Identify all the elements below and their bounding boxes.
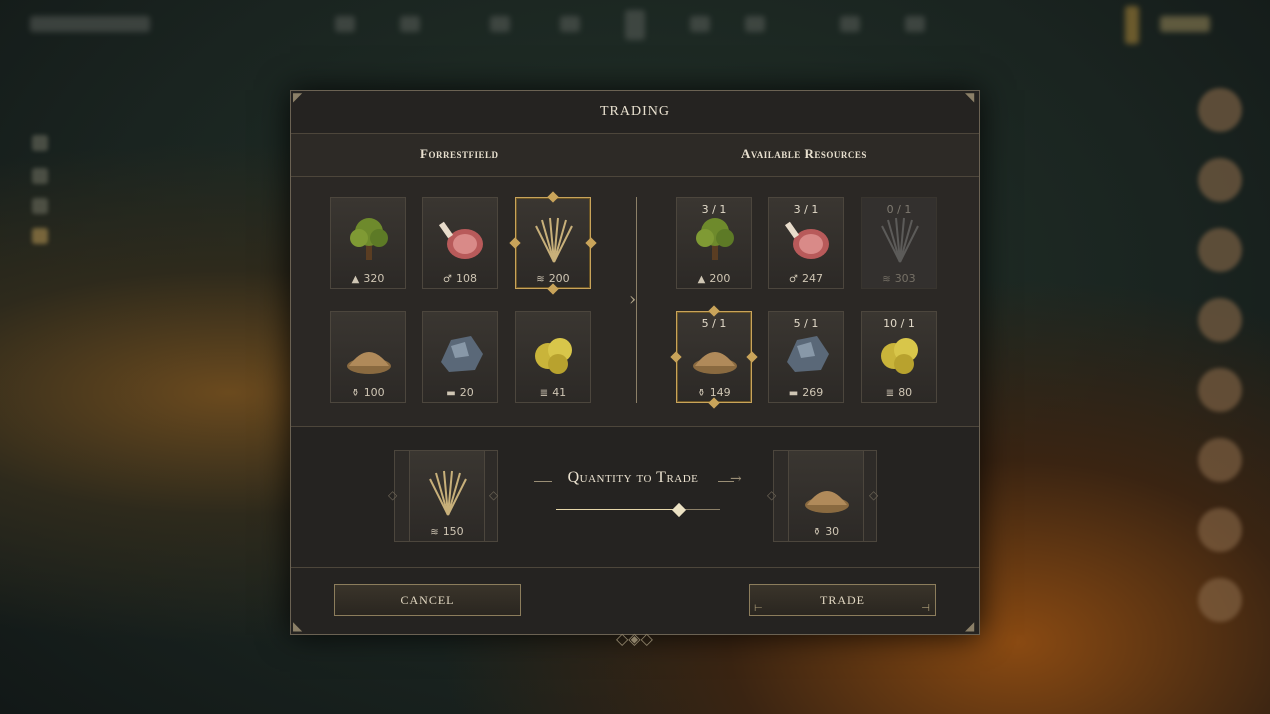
chevron-right-icon: › bbox=[629, 289, 637, 310]
resource-amount: 320 bbox=[363, 272, 385, 285]
wheat-small-icon: ≋ bbox=[536, 274, 545, 285]
flour-icon bbox=[347, 352, 391, 374]
right-resource-wood[interactable]: 3 / 1 ▲ 200 bbox=[676, 197, 752, 289]
ingot-small-icon: ≣ bbox=[885, 388, 895, 399]
trading-dialog: ◤ ◥ ◣ ◢ TRADING Forrestfield Available R… bbox=[290, 90, 980, 648]
ornament-icon: ◇ bbox=[388, 488, 398, 502]
iron-icon bbox=[441, 336, 483, 372]
footer-ornament: ◇◈◇ bbox=[616, 629, 653, 648]
resource-amount: 247 bbox=[801, 272, 823, 285]
trade-button-label: TRADE bbox=[820, 593, 865, 607]
settlement-name: Forrestfield bbox=[420, 146, 499, 161]
corner-ornament: ◣ bbox=[293, 619, 303, 633]
trade-button[interactable]: ⊢ TRADE ⊣ bbox=[749, 584, 936, 616]
gold-icon bbox=[535, 338, 572, 374]
cancel-button[interactable]: CANCEL bbox=[334, 584, 521, 616]
ornament-icon: ⊣ bbox=[921, 603, 931, 614]
meat-icon bbox=[438, 221, 483, 259]
left-resource-wheat[interactable]: ≋ 200 bbox=[515, 197, 591, 289]
quantity-to-trade-label: Quantity to Trade bbox=[567, 469, 699, 486]
resource-amount: 100 bbox=[363, 386, 385, 399]
corner-ornament: ◢ bbox=[965, 619, 975, 633]
wheat-icon bbox=[535, 217, 573, 263]
arrow-right-icon: → bbox=[730, 471, 742, 487]
jar-small-icon: ⚱ bbox=[697, 388, 706, 399]
available-resources-header: Available Resources bbox=[741, 146, 867, 161]
left-resource-meat[interactable]: ♂ 108 bbox=[422, 197, 498, 289]
resource-amount: 200 bbox=[709, 272, 731, 285]
left-resource-iron[interactable]: ▬ 20 bbox=[422, 311, 498, 403]
meat-small-icon: ♂ bbox=[443, 274, 452, 285]
wheat-small-icon: ≋ bbox=[430, 527, 439, 538]
right-resource-flour[interactable]: 5 / 1 ⚱ 149 bbox=[676, 311, 752, 403]
left-resource-flour[interactable]: ⚱ 100 bbox=[330, 311, 406, 403]
resource-amount: 303 bbox=[894, 272, 916, 285]
top-hud-bar bbox=[0, 6, 1270, 46]
tree-small-icon: ▲ bbox=[697, 274, 706, 285]
character-portraits bbox=[1198, 88, 1248, 648]
corner-ornament: ◤ bbox=[293, 90, 303, 104]
resource-amount: 269 bbox=[802, 386, 824, 399]
ornament-icon: ⊢ bbox=[754, 603, 764, 614]
quantity-slider-fill bbox=[556, 509, 679, 510]
right-resource-gold[interactable]: 10 / 1 ≣ 80 bbox=[861, 311, 937, 403]
anvil-small-icon: ▬ bbox=[788, 388, 799, 399]
jar-small-icon: ⚱ bbox=[351, 388, 360, 399]
ornament-icon: ◇ bbox=[869, 488, 879, 502]
resource-amount: 20 bbox=[459, 386, 474, 399]
right-resource-iron[interactable]: 5 / 1 ▬ 269 bbox=[768, 311, 844, 403]
meat-small-icon: ♂ bbox=[789, 274, 798, 285]
right-resource-meat[interactable]: 3 / 1 ♂ 247 bbox=[768, 197, 844, 289]
left-resource-wood[interactable]: ▲ 320 bbox=[330, 197, 406, 289]
receive-amount: 30 bbox=[825, 525, 840, 538]
iron-icon bbox=[787, 336, 829, 372]
dialog-title: TRADING bbox=[291, 91, 979, 134]
give-amount: 150 bbox=[442, 525, 464, 538]
receive-resource-slot: ⚱ 30 bbox=[773, 450, 877, 542]
resource-amount: 108 bbox=[455, 272, 477, 285]
wheat-icon bbox=[881, 217, 919, 263]
gold-icon bbox=[881, 338, 918, 374]
meat-icon bbox=[784, 221, 829, 259]
corner-ornament: ◥ bbox=[965, 90, 975, 104]
anvil-small-icon: ▬ bbox=[446, 388, 456, 399]
give-resource-slot: ≋ 150 bbox=[394, 450, 498, 542]
tree-small-icon: ▲ bbox=[351, 274, 360, 285]
ingot-small-icon: ≣ bbox=[539, 388, 549, 399]
wheat-small-icon: ≋ bbox=[882, 274, 891, 285]
wheat-icon bbox=[429, 470, 467, 516]
tree-icon bbox=[350, 218, 388, 260]
jar-small-icon: ⚱ bbox=[812, 527, 822, 538]
column-headers: Forrestfield Available Resources bbox=[291, 134, 979, 177]
right-resource-wheat: 0 / 1 ≋ 303 bbox=[861, 197, 937, 289]
ornament-icon: ◇ bbox=[489, 488, 499, 502]
ornament-icon: ◇ bbox=[767, 488, 777, 502]
left-resource-gold[interactable]: ≣ 41 bbox=[515, 311, 591, 403]
resource-amount: 80 bbox=[898, 386, 913, 399]
flour-icon bbox=[805, 491, 849, 513]
resource-amount: 41 bbox=[552, 386, 567, 399]
tree-icon bbox=[696, 218, 734, 260]
flour-icon bbox=[693, 352, 737, 374]
